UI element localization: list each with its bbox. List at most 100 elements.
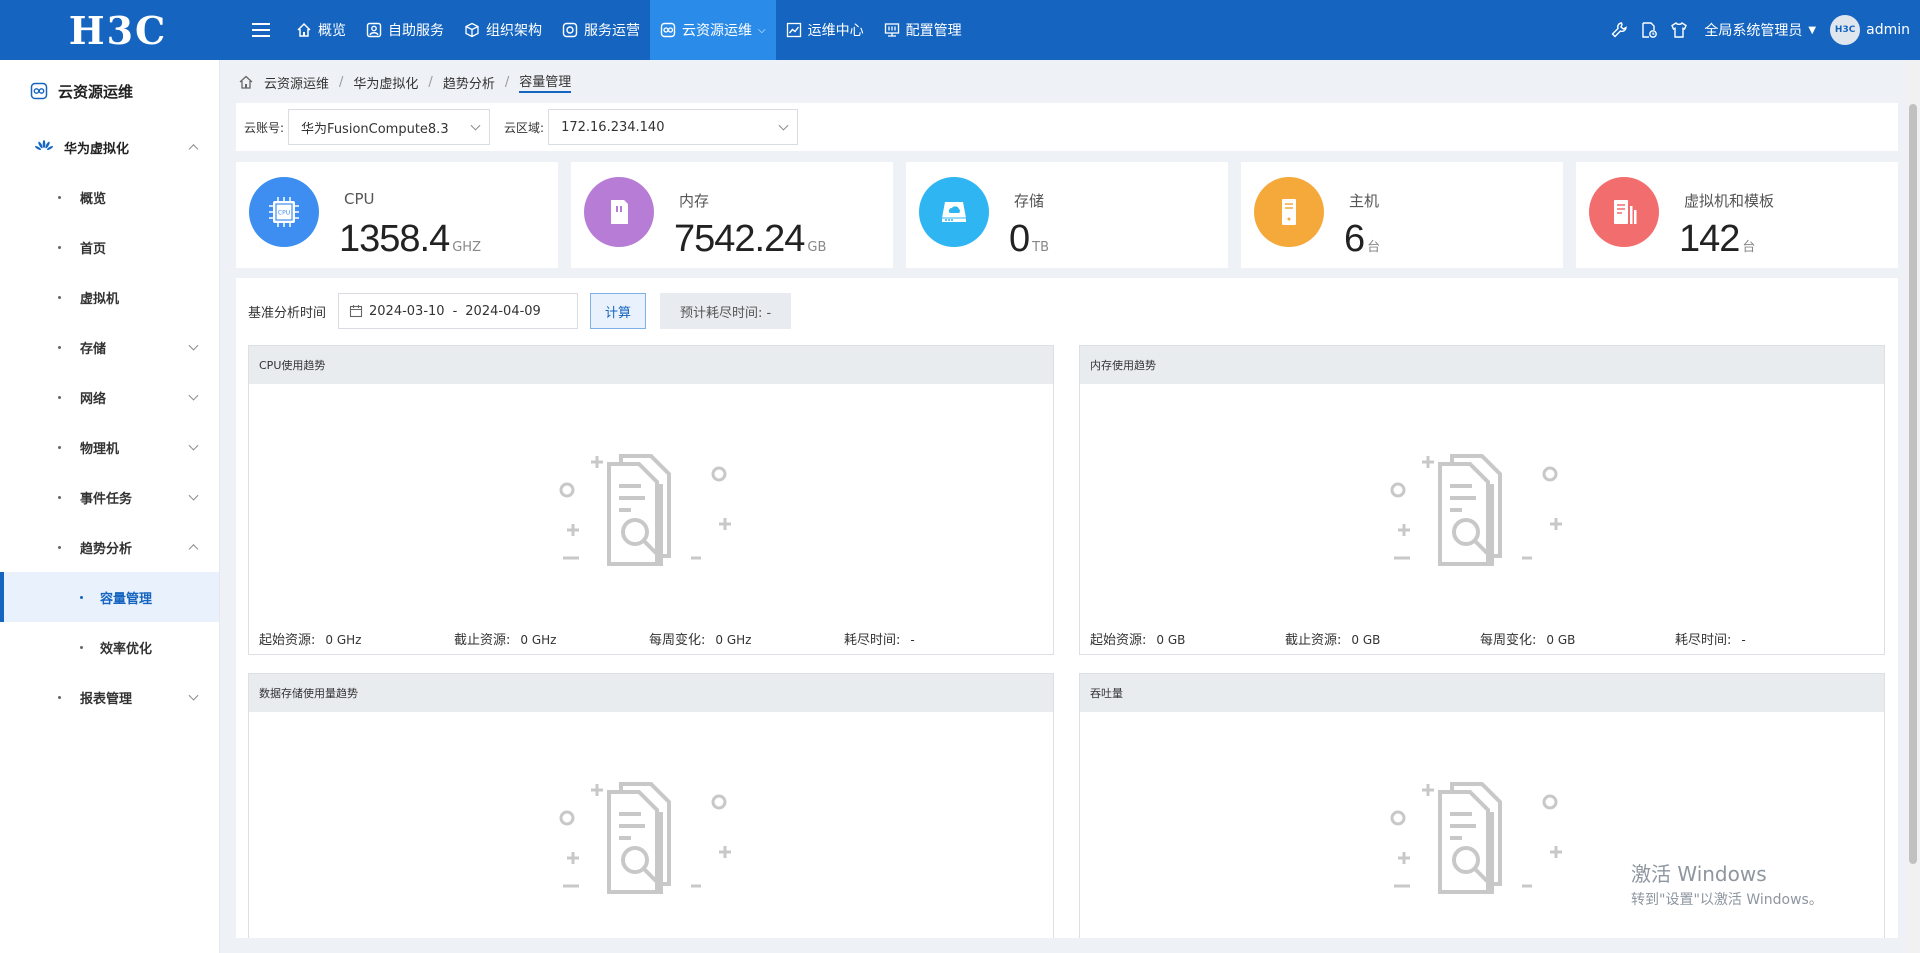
breadcrumb-item[interactable]: 云资源运维 bbox=[264, 73, 329, 92]
cloud-ops-icon bbox=[30, 82, 48, 100]
weekly-change-value: 0 GHz bbox=[715, 633, 752, 647]
watermark-line1: 激活 Windows bbox=[1631, 862, 1767, 886]
sidebar-item-label: 存储 bbox=[80, 341, 107, 357]
cpu-trend-card: CPU使用趋势 起始资源: 0 GHz 截止资源: 0 GHz 每周变化: 0 GHz… bbox=[248, 345, 1054, 655]
sidebar-item-home[interactable]: 首页 bbox=[0, 222, 219, 272]
sidebar-item-reports[interactable]: 报表管理 bbox=[0, 672, 219, 722]
nav-label: 服务运营 bbox=[584, 23, 640, 39]
sidebar-item-vm[interactable]: 虚拟机 bbox=[0, 272, 219, 322]
caret-down-icon[interactable]: ▼ bbox=[1808, 25, 1816, 36]
h3c-logo[interactable]: H3C bbox=[0, 0, 236, 60]
stat-card-vm: 虚拟机和模板 142 台 bbox=[1576, 162, 1898, 268]
stat-value: 7542.24 bbox=[674, 218, 805, 260]
breadcrumb-item[interactable]: 华为虚拟化 bbox=[353, 73, 418, 92]
nav-item-config[interactable]: 配置管理 bbox=[874, 0, 972, 60]
chevron-down-icon bbox=[188, 490, 199, 501]
calculate-button[interactable]: 计算 bbox=[590, 293, 647, 329]
chevron-up-icon bbox=[188, 544, 199, 555]
home-icon bbox=[297, 22, 311, 37]
menu-toggle-button[interactable] bbox=[236, 0, 286, 60]
sidebar-title-label: 云资源运维 bbox=[58, 82, 134, 101]
empty-data-icon bbox=[559, 782, 731, 894]
sidebar-item-overview[interactable]: 概览 bbox=[0, 172, 219, 222]
sidebar-item-efficiency[interactable]: 效率优化 bbox=[0, 622, 219, 672]
username[interactable]: admin bbox=[1866, 22, 1910, 38]
sidebar-group-huawei[interactable]: 华为虚拟化 bbox=[0, 122, 219, 172]
top-right-tools: 全局系统管理员 ▼ H3C admin bbox=[1604, 0, 1920, 60]
end-resource-label: 截止资源: bbox=[1285, 633, 1342, 648]
region-select[interactable]: 172.16.234.140 bbox=[548, 109, 799, 145]
memory-icon bbox=[584, 177, 654, 247]
page-scrollbar[interactable] bbox=[1906, 60, 1920, 953]
stat-unit: GB bbox=[807, 240, 827, 255]
stat-unit: 台 bbox=[1742, 240, 1756, 255]
nav-item-cloud-ops[interactable]: 云资源运维 ⌵ bbox=[650, 0, 776, 60]
weekly-change-label: 每周变化: bbox=[649, 633, 706, 648]
stat-name: CPU bbox=[344, 190, 375, 208]
nav-label: 自助服务 bbox=[388, 23, 444, 39]
sidebar-item-network[interactable]: 网络 bbox=[0, 372, 219, 422]
sidebar-item-label: 效率优化 bbox=[100, 641, 153, 657]
sidebar-item-storage[interactable]: 存储 bbox=[0, 322, 219, 372]
end-resource-value: 0 GB bbox=[1351, 633, 1381, 647]
memory-trend-card: 内存使用趋势 起始资源: 0 GB 截止资源: 0 GB 每周变化: 0 GB 耗尽时… bbox=[1079, 345, 1885, 655]
stat-value: 1358.4 bbox=[339, 218, 450, 260]
nav-item-service-ops[interactable]: 服务运营 bbox=[552, 0, 650, 60]
date-end: 2024-04-09 bbox=[465, 303, 541, 319]
task-document-icon[interactable] bbox=[1640, 21, 1658, 39]
avatar[interactable]: H3C bbox=[1830, 15, 1861, 45]
chart-icon bbox=[786, 22, 801, 38]
cloud-ops-icon bbox=[660, 22, 676, 38]
account-value: 华为FusionCompute8.3 bbox=[301, 121, 449, 137]
nav-label: 云资源运维 bbox=[682, 23, 752, 39]
cube-icon bbox=[465, 22, 479, 38]
card-title: CPU使用趋势 bbox=[249, 346, 1053, 384]
account-select[interactable]: 华为FusionCompute8.3 bbox=[288, 109, 491, 145]
breadcrumb: 云资源运维 / 华为虚拟化 / 趋势分析 / 容量管理 bbox=[238, 70, 572, 94]
nav-label: 运维中心 bbox=[807, 23, 864, 39]
hamburger-icon bbox=[252, 29, 270, 31]
breadcrumb-item[interactable]: 趋势分析 bbox=[443, 73, 495, 92]
scrollbar-thumb[interactable] bbox=[1909, 104, 1917, 864]
nav-item-self-service[interactable]: 自助服务 bbox=[356, 0, 454, 60]
sidebar: 云资源运维 华为虚拟化 概览 首页 虚拟机 存储 网络 物理机 事件任务 趋势分… bbox=[0, 60, 220, 953]
calendar-icon bbox=[349, 305, 363, 318]
sidebar-item-trend[interactable]: 趋势分析 bbox=[0, 522, 219, 572]
date-range-picker[interactable]: 2024-03-10 - 2024-04-09 bbox=[338, 293, 579, 329]
card-title: 吞吐量 bbox=[1080, 674, 1884, 712]
weekly-change-value: 0 GB bbox=[1546, 633, 1576, 647]
estimated-exhaust-time: 预计耗尽时间: - bbox=[660, 293, 792, 329]
windows-activation-watermark: 激活 Windows 转到"设置"以激活 Windows。 bbox=[1631, 858, 1823, 909]
stat-name: 虚拟机和模板 bbox=[1684, 192, 1775, 210]
sidebar-group-label: 华为虚拟化 bbox=[64, 141, 130, 157]
stat-cards: CPU CPU 1358.4 GHZ 内存 7542.24 GB 存储 0 TB 主机… bbox=[236, 162, 1898, 268]
huawei-logo-icon bbox=[34, 140, 54, 150]
card-title: 内存使用趋势 bbox=[1080, 346, 1884, 384]
chevron-up-icon bbox=[188, 144, 199, 155]
role-selector[interactable]: 全局系统管理员 bbox=[1704, 20, 1802, 40]
analysis-time-label: 基准分析时间 bbox=[248, 305, 327, 321]
chevron-down-icon bbox=[188, 690, 199, 701]
nav-item-overview[interactable]: 概览 bbox=[286, 0, 356, 60]
start-resource-label: 起始资源: bbox=[1090, 633, 1147, 648]
sidebar-item-label: 物理机 bbox=[80, 441, 120, 457]
analysis-toolbar: 基准分析时间 2024-03-10 - 2024-04-09 计算 预计耗尽时间… bbox=[248, 293, 792, 329]
svg-text:CPU: CPU bbox=[278, 210, 290, 217]
nav-item-org[interactable]: 组织架构 bbox=[454, 0, 552, 60]
home-icon[interactable] bbox=[238, 74, 254, 90]
stat-value: 0 bbox=[1009, 218, 1030, 260]
sidebar-item-events[interactable]: 事件任务 bbox=[0, 472, 219, 522]
stat-card-cpu: CPU CPU 1358.4 GHZ bbox=[236, 162, 558, 268]
sidebar-item-capacity[interactable]: 容量管理 bbox=[0, 572, 219, 622]
nav-item-ops-center[interactable]: 运维中心 bbox=[776, 0, 874, 60]
stat-card-memory: 内存 7542.24 GB bbox=[571, 162, 893, 268]
watermark-line2: 转到"设置"以激活 Windows。 bbox=[1631, 892, 1823, 908]
empty-data-icon bbox=[559, 454, 731, 566]
shirt-theme-icon[interactable] bbox=[1670, 21, 1688, 39]
exhaust-time-value: - bbox=[910, 633, 915, 647]
sidebar-item-label: 容量管理 bbox=[100, 591, 153, 607]
sidebar-item-physical[interactable]: 物理机 bbox=[0, 422, 219, 472]
stat-card-storage: 存储 0 TB bbox=[906, 162, 1228, 268]
wrench-icon[interactable] bbox=[1610, 21, 1628, 39]
vm-template-icon bbox=[1589, 177, 1659, 247]
